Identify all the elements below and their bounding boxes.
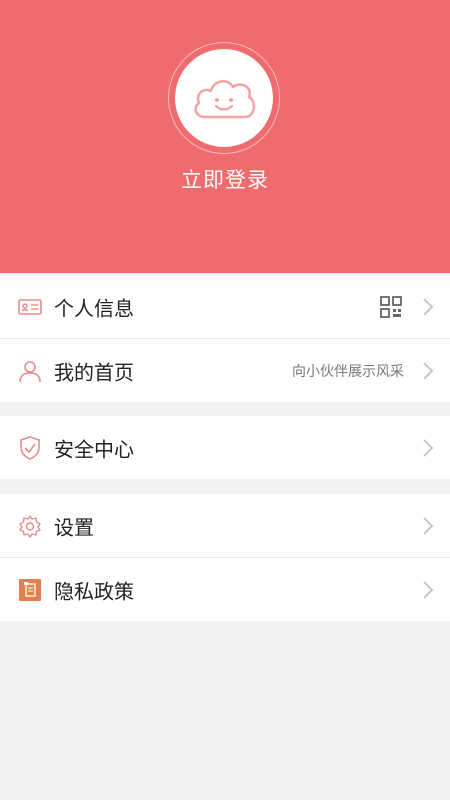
chevron-right-icon xyxy=(423,297,434,316)
smiling-cloud-icon xyxy=(194,79,256,119)
login-button[interactable]: 立即登录 xyxy=(0,164,450,194)
chevron-right-icon xyxy=(423,516,434,535)
menu-item-security-center[interactable]: 安全中心 xyxy=(0,416,450,479)
document-icon xyxy=(18,578,42,602)
menu-item-privacy-policy[interactable]: 隐私政策 xyxy=(0,557,450,621)
avatar[interactable] xyxy=(175,49,273,147)
menu-item-label: 隐私政策 xyxy=(54,579,134,603)
id-card-icon xyxy=(18,295,42,319)
menu-item-personal-info[interactable]: 个人信息 xyxy=(0,275,450,338)
menu-item-label: 设置 xyxy=(54,515,94,539)
menu-group-security: 安全中心 xyxy=(0,416,450,479)
menu-group-settings: 设置 隐私政策 xyxy=(0,494,450,621)
menu-item-my-homepage[interactable]: 我的首页 向小伙伴展示风采 xyxy=(0,338,450,402)
qr-code-icon[interactable] xyxy=(380,295,402,318)
menu-item-label: 安全中心 xyxy=(54,437,134,461)
chevron-right-icon xyxy=(423,438,434,457)
menu-group-account: 个人信息 我的首页 向小伙伴展示风采 xyxy=(0,275,450,402)
menu-item-settings[interactable]: 设置 xyxy=(0,494,450,557)
chevron-right-icon xyxy=(423,580,434,599)
menu-item-label: 我的首页 xyxy=(54,360,134,384)
chevron-right-icon xyxy=(423,361,434,380)
menu-item-label: 个人信息 xyxy=(54,296,134,320)
profile-header: 立即登录 xyxy=(0,0,450,273)
user-icon xyxy=(18,359,42,383)
homepage-hint: 向小伙伴展示风采 xyxy=(292,363,404,380)
gear-icon xyxy=(18,514,42,538)
shield-check-icon xyxy=(18,435,42,460)
